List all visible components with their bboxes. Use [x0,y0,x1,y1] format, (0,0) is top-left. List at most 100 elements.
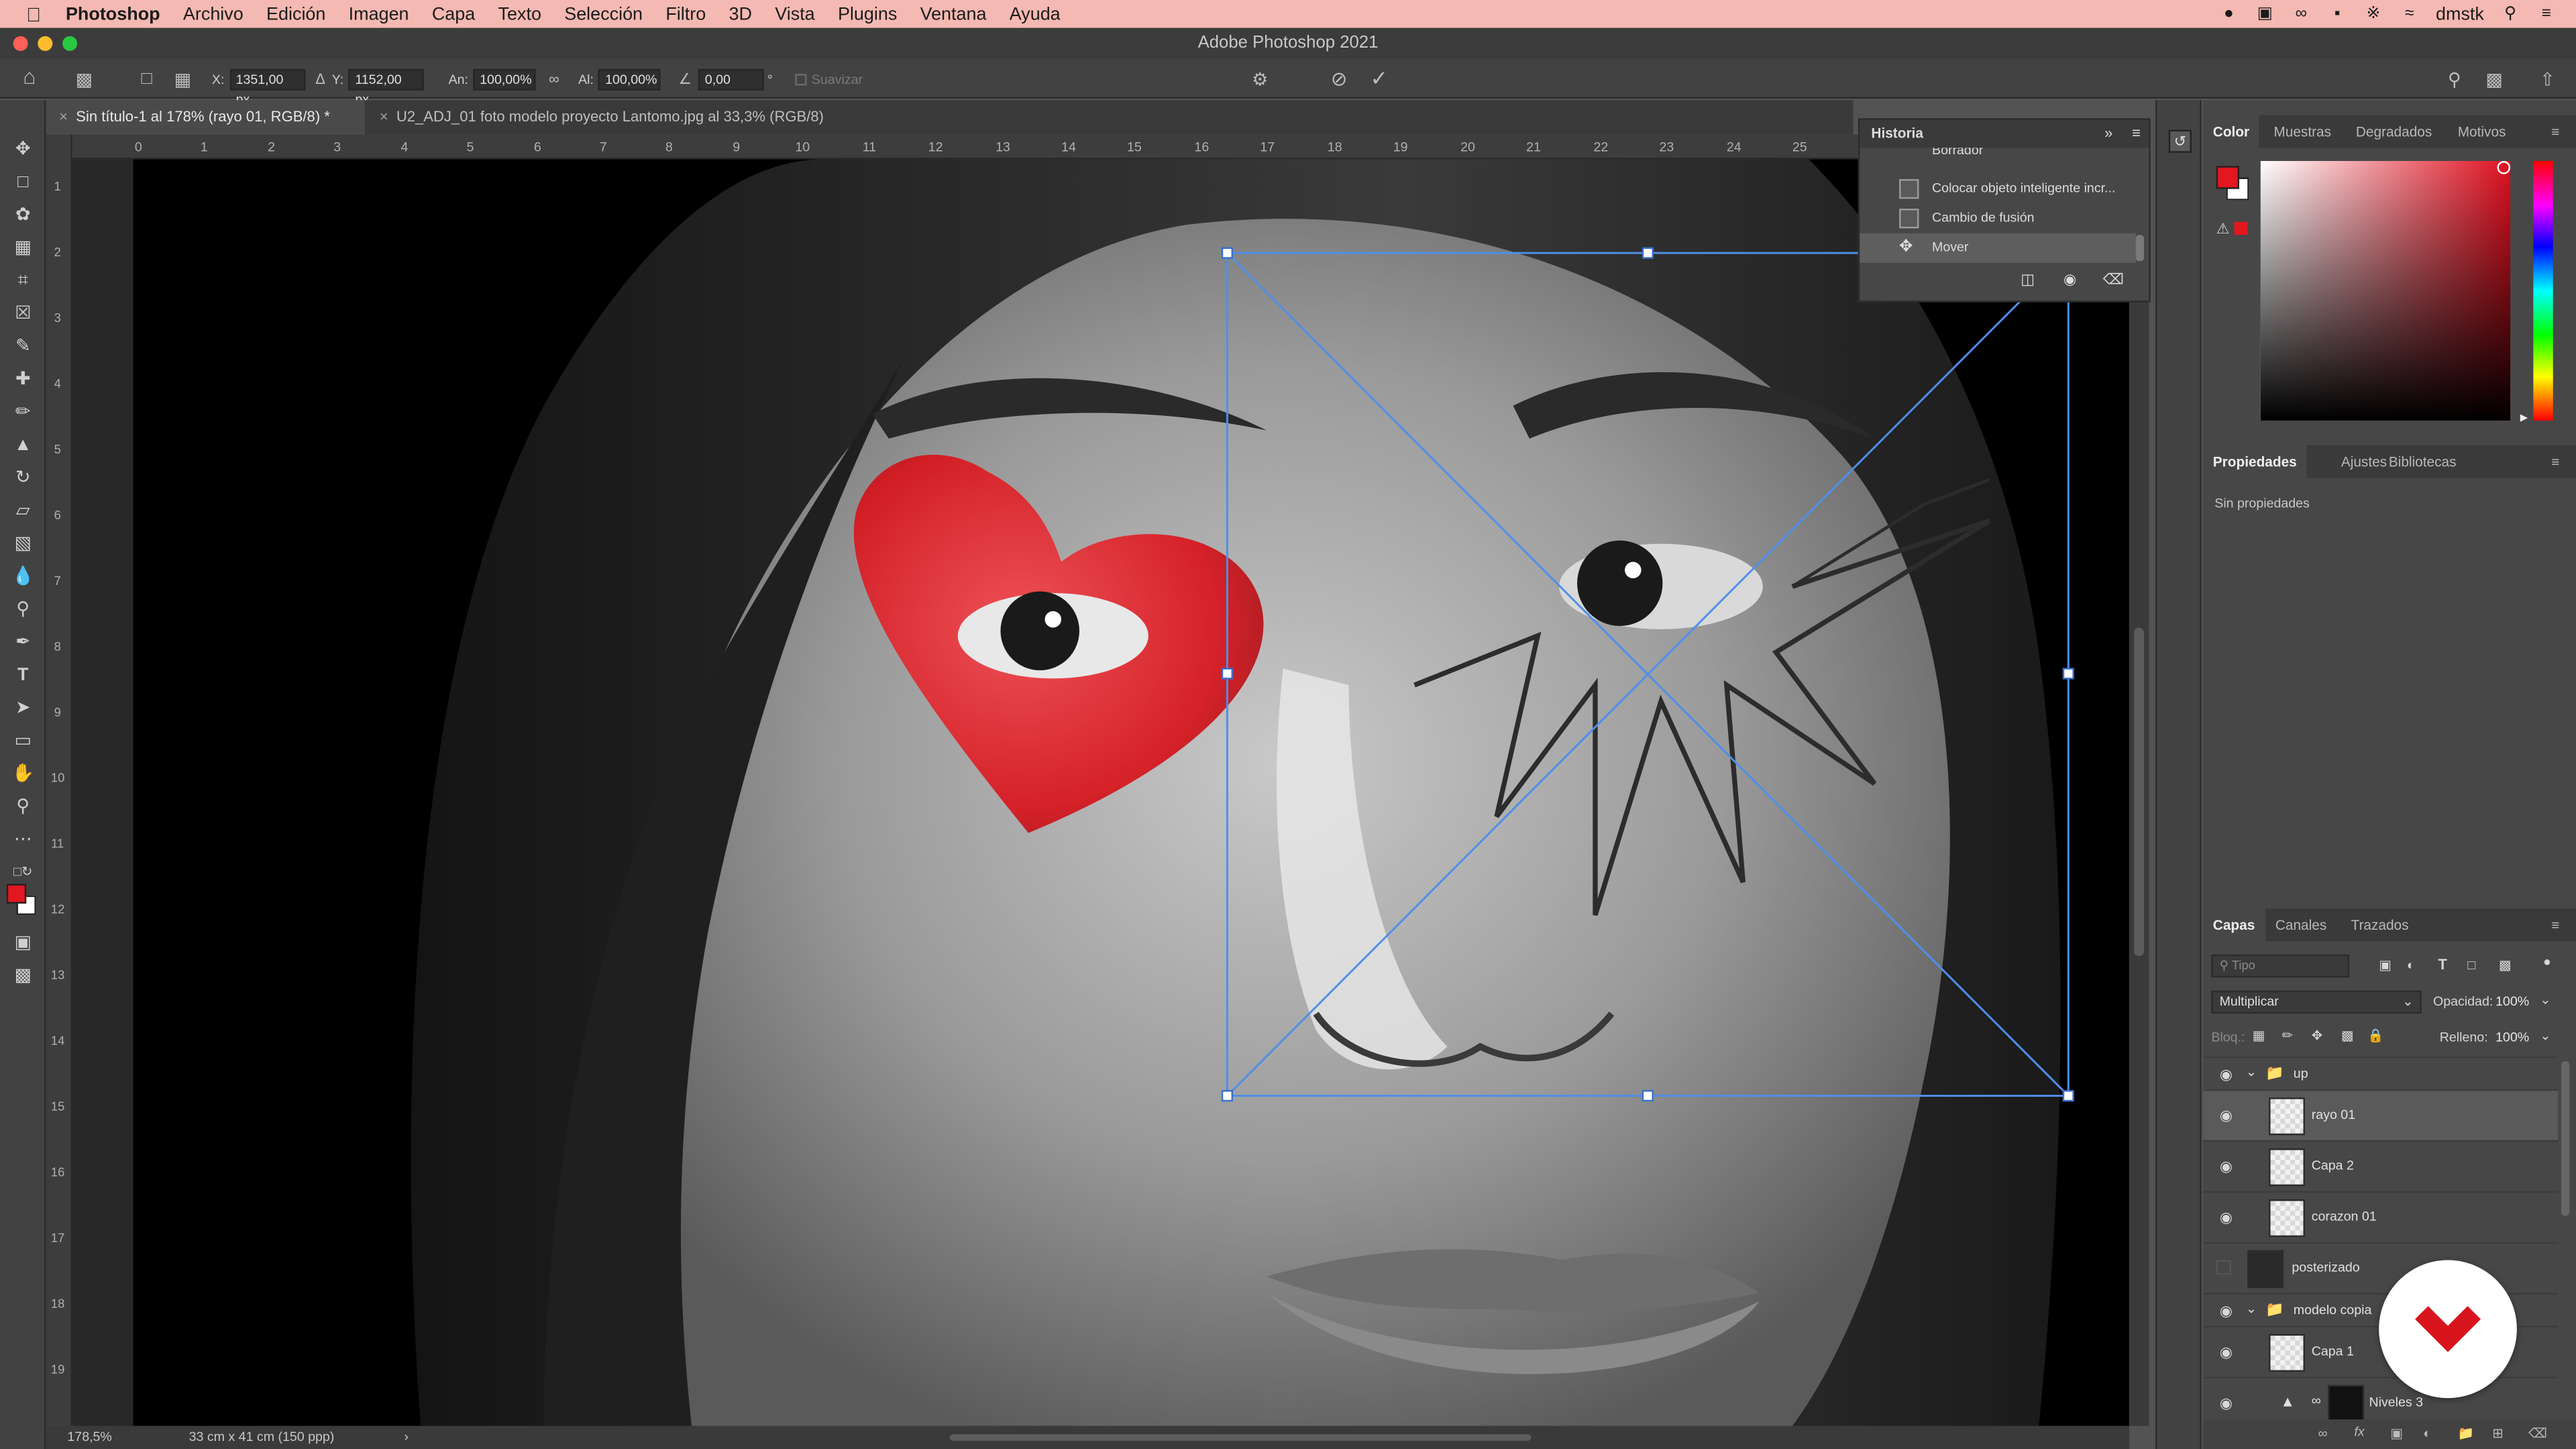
snapshot-camera-icon[interactable]: ◉ [2063,271,2076,289]
y-position-field[interactable]: 1152,00 px [348,68,425,106]
tab-sin-titulo[interactable]: × Sin título-1 al 178% (rayo 01, RGB/8) * [46,100,365,135]
x-position-field[interactable]: 1351,00 px [229,68,305,106]
scrollbar-thumb[interactable] [2134,627,2144,957]
home-icon[interactable]: ⌂ [23,63,36,88]
delete-state-icon[interactable]: ⌫ [2103,271,2124,289]
out-of-gamut-warning-icon[interactable]: ⚠ [2216,220,2230,238]
eraser-tool-icon[interactable]: ▱ [10,498,36,524]
smooth-checkbox[interactable] [795,72,807,85]
lasso-tool-icon[interactable]: ✿ [10,202,36,228]
history-item-selected[interactable]: ✥ Mover [1860,233,2136,263]
hand-tool-icon[interactable]: ✋ [10,761,36,787]
chevron-down-icon[interactable]: ⌄ [2246,1065,2257,1079]
filter-pixel-icon[interactable]: ▣ [2379,958,2392,973]
filter-adjustment-icon[interactable]: ◐ [2407,958,2415,973]
opacity-chevron-icon[interactable]: ⌄ [2540,992,2551,1007]
type-tool-icon[interactable]: T [10,662,36,688]
menu-archivo[interactable]: Archivo [183,4,244,23]
default-colors-icon[interactable]: □↻ [10,859,36,885]
menu-edicion[interactable]: Edición [266,4,325,23]
brush-tool-icon[interactable]: ✏ [10,399,36,425]
clone-stamp-tool-icon[interactable]: ▲ [10,432,36,458]
history-item[interactable]: Borrador [1860,148,2135,162]
rotation-field[interactable]: 0,00 [698,68,764,90]
menu-app-name[interactable]: Photoshop [66,4,160,23]
fill-chevron-icon[interactable]: ⌄ [2540,1028,2551,1043]
pen-tool-icon[interactable]: ✒ [10,629,36,655]
color-picker-field[interactable] [2260,161,2511,421]
canvas-vertical-scrollbar[interactable] [2129,134,2149,1426]
creative-cloud-icon[interactable]: ∞ [2292,4,2311,23]
color-picker-marker[interactable] [2497,161,2511,174]
close-window-icon[interactable] [13,36,28,51]
lock-all-icon[interactable]: 🔒 [2367,1028,2383,1043]
tab-bibliotecas[interactable]: Bibliotecas [2379,445,2466,478]
menu-ventana[interactable]: Ventana [920,4,987,23]
menu-plugins[interactable]: Plugins [838,4,897,23]
frame-tool-icon[interactable]: ☒ [10,301,36,327]
link-layers-icon[interactable]: ∞ [2318,1426,2328,1441]
layer-corazon-01[interactable]: ◉ corazon 01 [2203,1191,2559,1242]
zoom-window-icon[interactable] [62,36,78,51]
screen-mode-icon[interactable]: ▩ [10,963,36,989]
eye-icon[interactable]: ◉ [2216,1303,2236,1319]
eye-icon[interactable]: ◉ [2216,1344,2236,1360]
layers-scroll-thumb[interactable] [2561,1061,2570,1216]
zoom-tool-icon[interactable]: ⚲ [10,794,36,820]
chevron-down-icon[interactable]: ⌄ [2246,1301,2257,1316]
status-app-icon[interactable]: ● [2219,4,2239,23]
tab-degradados[interactable]: Degradados [2346,115,2442,148]
layer-rayo-01[interactable]: ◉ rayo 01 [2203,1089,2559,1140]
tab-motivos[interactable]: Motivos [2448,115,2516,148]
menu-3d[interactable]: 3D [729,4,752,23]
horizontal-scrollbar-thumb[interactable] [949,1434,1532,1441]
blur-tool-icon[interactable]: 💧 [10,564,36,590]
reference-point-icon[interactable]: □ [142,67,152,90]
panel-menu-icon[interactable]: ≡ [2551,115,2559,148]
new-document-from-state-icon[interactable]: ◫ [2021,271,2035,289]
object-selection-tool-icon[interactable]: ▦ [10,235,36,261]
layer-capa-2[interactable]: ◉ Capa 2 [2203,1140,2559,1191]
height-field[interactable]: 100,00% [598,68,661,90]
fill-field[interactable]: 100% [2496,1030,2529,1045]
path-selection-tool-icon[interactable]: ➤ [10,695,36,721]
menu-filtro[interactable]: Filtro [665,4,706,23]
filter-smart-object-icon[interactable]: ▩ [2499,958,2512,973]
history-item[interactable]: Colocar objeto inteligente incr... [1860,174,2135,204]
eye-icon[interactable]: ◉ [2216,1209,2236,1225]
hidden-eye-icon[interactable] [2216,1260,2231,1275]
eye-icon[interactable]: ◉ [2216,1159,2236,1175]
screen-icon[interactable]: ▣ [2255,4,2275,23]
fx-icon[interactable]: fx [2354,1424,2364,1439]
menu-imagen[interactable]: Imagen [349,4,409,23]
warp-icon[interactable]: ⚙ [1252,67,1268,90]
foreground-swatch[interactable] [2216,166,2239,189]
blend-mode-select[interactable]: Multiplicar ⌄ [2211,990,2422,1014]
share-icon[interactable]: ⇧ [2540,67,2555,90]
apple-icon[interactable]:  [26,3,49,25]
search-icon[interactable]: ⚲ [2500,4,2520,23]
more-tools-icon[interactable]: ⋯ [10,826,36,853]
healing-brush-tool-icon[interactable]: ✚ [10,366,36,392]
tab-foto-modelo[interactable]: × U2_ADJ_01 foto modelo proyecto Lantomo.… [366,100,875,134]
panel-menu-icon[interactable]: ≡ [2551,908,2559,941]
filter-shape-icon[interactable]: □ [2467,958,2475,973]
hue-slider[interactable] [2533,161,2553,421]
history-panel-icon[interactable]: ↺ [2168,129,2192,153]
move-tool-icon[interactable]: ✥ [10,136,36,162]
filter-toggle-icon[interactable]: ● [2543,955,2551,969]
gradient-tool-icon[interactable]: ▧ [10,531,36,557]
zoom-level[interactable]: 178,5% [67,1430,111,1444]
s-app-icon[interactable]: ▪ [2327,4,2347,23]
history-brush-tool-icon[interactable]: ↻ [10,465,36,491]
lock-image-icon[interactable]: ✏ [2282,1028,2293,1043]
eye-icon[interactable]: ◉ [2216,1395,2236,1411]
history-scroll-thumb[interactable] [2135,235,2144,262]
user-name[interactable]: dmstk [2436,4,2484,23]
menu-seleccion[interactable]: Selección [564,4,643,23]
new-group-icon[interactable]: 📁 [2458,1426,2474,1441]
layer-group-up[interactable]: ◉ ⌄ 📁 up [2203,1056,2559,1089]
wifi-icon[interactable]: ≈ [2400,4,2419,23]
lock-artboard-icon[interactable]: ▩ [2341,1028,2354,1043]
status-arrow-icon[interactable]: › [404,1430,409,1444]
